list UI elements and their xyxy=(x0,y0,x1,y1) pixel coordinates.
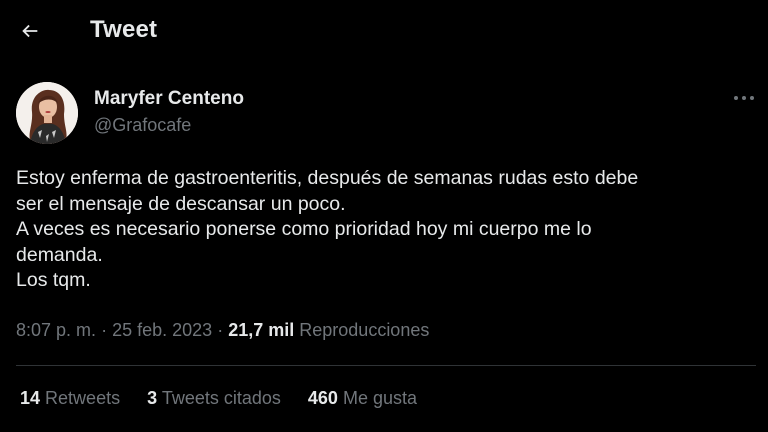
quote-tweets-label: Tweets citados xyxy=(161,388,281,408)
tweet-text-line: demanda. xyxy=(16,243,103,266)
likes-stat[interactable]: 460 Me gusta xyxy=(308,388,417,409)
avatar[interactable] xyxy=(16,82,78,144)
tweet-page: Tweet Maryfer Centeno @Grafocafe Estoy e… xyxy=(0,0,768,432)
tweet-text: Estoy enferma de gastroenteritis, despué… xyxy=(16,166,746,294)
header: Tweet xyxy=(0,0,768,62)
retweets-count: 14 xyxy=(20,388,41,408)
meta-separator: · xyxy=(101,320,108,340)
author-display-name[interactable]: Maryfer Centeno xyxy=(94,88,244,110)
tweet-text-line: ser el mensaje de descansar un poco. xyxy=(16,192,346,215)
tweet-text-line: Los tqm. xyxy=(16,269,91,291)
tweet-text-line: Estoy enferma de gastroenteritis, despué… xyxy=(16,167,639,189)
more-horizontal-icon xyxy=(734,96,754,100)
quote-tweets-count: 3 xyxy=(147,388,158,408)
tweet-meta: 8:07 p. m. · 25 feb. 2023 · 21,7 mil Rep… xyxy=(16,320,429,341)
more-options-button[interactable] xyxy=(730,88,758,108)
tweet-time[interactable]: 8:07 p. m. xyxy=(16,320,96,340)
tweet-text-line: A veces es necesario ponerse como priori… xyxy=(16,218,592,240)
meta-separator: · xyxy=(217,320,224,340)
page-title: Tweet xyxy=(90,16,158,43)
likes-label: Me gusta xyxy=(342,388,417,408)
retweets-stat[interactable]: 14 Retweets xyxy=(20,388,120,409)
back-button[interactable] xyxy=(14,15,46,47)
likes-count: 460 xyxy=(307,388,338,408)
views-count[interactable]: 21,7 mil xyxy=(228,320,294,340)
tweet-date[interactable]: 25 feb. 2023 xyxy=(112,320,212,340)
divider xyxy=(16,365,756,366)
views-label[interactable]: Reproducciones xyxy=(299,320,429,340)
tweet-stats: 14 Retweets 3 Tweets citados 460 Me gust… xyxy=(20,388,439,409)
retweets-label: Retweets xyxy=(45,388,121,408)
author-handle[interactable]: @Grafocafe xyxy=(94,115,191,136)
arrow-left-icon xyxy=(22,24,38,38)
quote-tweets-stat[interactable]: 3 Tweets citados xyxy=(147,388,281,409)
